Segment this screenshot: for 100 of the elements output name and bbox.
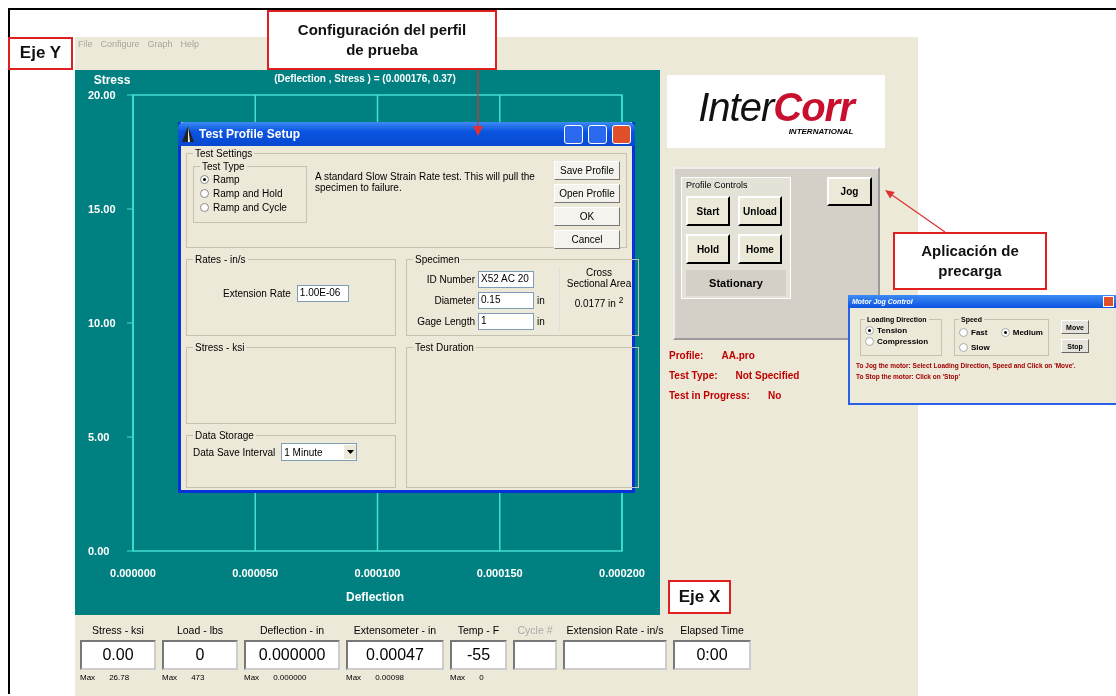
- callout-label: Eje Y: [8, 37, 73, 70]
- close-button[interactable]: [1103, 296, 1114, 307]
- dropdown[interactable]: 1 Minute: [281, 443, 358, 461]
- max-value: 473: [191, 673, 205, 683]
- callout-label: Eje X: [668, 580, 731, 614]
- x-tick-label: 0.000000: [110, 567, 156, 579]
- input-field[interactable]: 1: [478, 313, 534, 330]
- y-tick-label: 15.00: [88, 203, 116, 215]
- radio-label[interactable]: Fast: [971, 328, 988, 337]
- max-label: Max: [162, 673, 178, 683]
- caret-icon: [346, 450, 354, 454]
- readout-label: Elapsed Time: [679, 624, 745, 638]
- window-title: Test Profile Setup: [199, 127, 302, 141]
- max-value: 0.00098: [375, 673, 405, 683]
- field-label: ID Number: [425, 274, 475, 285]
- dialog-button[interactable]: Save Profile: [554, 161, 620, 180]
- readout-label: Deflection - in: [258, 624, 326, 638]
- readout-label: Cycle #: [516, 624, 554, 638]
- radio-button[interactable]: [959, 328, 968, 337]
- logo-tagline: INTERNATIONAL: [788, 127, 854, 136]
- app-icon: [182, 126, 194, 142]
- max-label: Max: [80, 673, 96, 683]
- dialog-button[interactable]: Cancel: [554, 230, 620, 249]
- close-button[interactable]: [612, 124, 631, 144]
- status-value: Not Specified: [735, 370, 800, 381]
- radio-label[interactable]: Medium: [1012, 328, 1043, 337]
- y-axis-title: Stress: [93, 73, 131, 87]
- dialog-button[interactable]: OK: [554, 207, 620, 226]
- group-label: Profile Controls: [686, 180, 749, 190]
- tick-mark: [126, 436, 134, 438]
- radio-label[interactable]: Ramp and Hold: [213, 188, 283, 199]
- y-tick-label: 5.00: [88, 431, 110, 443]
- arrow: [473, 70, 483, 136]
- readout-field: 0.00047: [346, 640, 444, 670]
- radio-button[interactable]: [865, 326, 874, 335]
- control-button[interactable]: Unload: [738, 196, 782, 226]
- callout-label: Aplicación de precarga: [893, 232, 1047, 290]
- readout-label: Extensometer - in: [352, 624, 438, 638]
- state-indicator: Stationary: [686, 270, 786, 296]
- readout-field: [513, 640, 557, 670]
- x-tick-label: 0.000200: [599, 567, 645, 579]
- readout-label: Stress - ksi: [91, 624, 145, 638]
- x-axis-title: Deflection: [346, 590, 404, 604]
- field-label: Diameter: [433, 295, 475, 306]
- status-label: Profile:: [669, 350, 704, 361]
- status-label: Test Type:: [669, 370, 718, 381]
- max-value: 0: [479, 673, 484, 683]
- radio-label[interactable]: Compression: [877, 337, 929, 346]
- radio-label[interactable]: Tension: [877, 326, 908, 335]
- radio-button[interactable]: [200, 189, 209, 198]
- group-label: Test Duration: [414, 342, 475, 353]
- jog-button[interactable]: Jog: [827, 177, 872, 206]
- status-value: No: [767, 390, 782, 401]
- readout-label: Extension Rate - in/s: [565, 624, 665, 638]
- readout-field: 0.00: [80, 640, 156, 670]
- area-value: 0.0177 in $^{2}$: [574, 295, 624, 310]
- y-tick-label: 20.00: [88, 89, 116, 101]
- status-value: AA.pro: [721, 350, 755, 361]
- max-value: 26.78: [109, 673, 130, 683]
- area-label: Cross Sectional Area: [566, 267, 632, 289]
- y-tick-label: 10.00: [88, 317, 116, 329]
- cursor-readout: (Deflection , Stress ) = (0.000176, 0.37): [274, 73, 456, 84]
- unit-label: in: [537, 295, 546, 306]
- readout-field: -55: [450, 640, 507, 670]
- input-field[interactable]: 0.15: [478, 292, 534, 309]
- field-label: Extension Rate: [223, 288, 291, 299]
- group-label: Test Settings: [194, 148, 254, 159]
- control-button[interactable]: Start: [686, 196, 730, 226]
- readout-field: 0:00: [673, 640, 751, 670]
- dialog-button[interactable]: Open Profile: [554, 184, 620, 203]
- input-field[interactable]: 1.00E-06: [296, 285, 349, 302]
- radio-button[interactable]: [865, 337, 874, 346]
- field-label: Data Save Interval: [193, 446, 276, 458]
- max-label: Max: [244, 673, 260, 683]
- x-tick-label: 0.000150: [476, 567, 523, 579]
- radio-button[interactable]: [200, 175, 209, 184]
- x-tick-label: 0.000050: [232, 567, 279, 579]
- max-label: Max: [346, 673, 362, 683]
- control-button[interactable]: Hold: [686, 234, 730, 264]
- x-tick-label: 0.000100: [354, 567, 401, 579]
- input-field[interactable]: X52 AC 20: [478, 271, 534, 288]
- radio-button[interactable]: [1000, 328, 1010, 337]
- status-label: Test in Progress:: [669, 390, 750, 401]
- radio-label[interactable]: Ramp: [213, 174, 240, 185]
- radio-button[interactable]: [200, 203, 209, 212]
- callout-label: Configuración del perfil de prueba: [267, 10, 497, 70]
- radio-label[interactable]: Slow: [971, 343, 990, 352]
- arrow: [885, 190, 946, 233]
- radio-label[interactable]: Ramp and Cycle: [213, 202, 287, 213]
- field-label: Gage Length: [416, 316, 475, 327]
- minimize-button[interactable]: [564, 124, 583, 144]
- tick-mark: [126, 322, 134, 324]
- unit-label: in: [537, 316, 546, 327]
- radio-button[interactable]: [959, 343, 968, 352]
- maximize-button[interactable]: [588, 124, 607, 144]
- readout-label: Temp - F: [456, 624, 501, 638]
- group-label: Data Storage: [194, 430, 255, 441]
- control-button[interactable]: Home: [738, 234, 782, 264]
- readout-field: 0: [162, 640, 238, 670]
- max-value: 0.000000: [273, 673, 307, 683]
